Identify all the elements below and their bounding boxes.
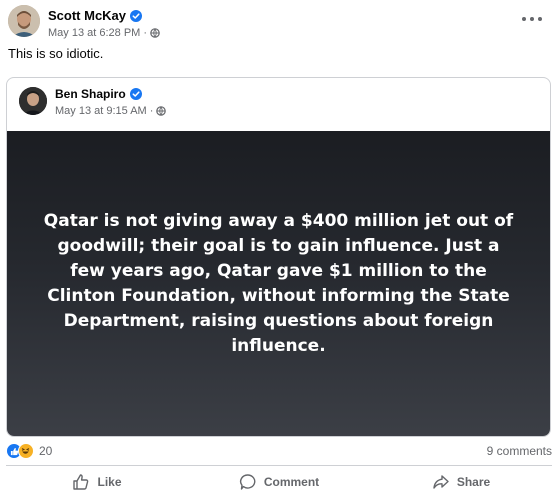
comment-button[interactable]: Comment — [188, 467, 370, 497]
shared-author-avatar[interactable] — [19, 87, 47, 115]
like-button[interactable]: Like — [6, 467, 188, 497]
comment-label: Comment — [263, 475, 320, 489]
quote-image[interactable]: Qatar is not giving away a $400 million … — [7, 131, 550, 436]
more-options-icon[interactable] — [522, 13, 542, 25]
post-header: Scott McKay May 13 at 6:28 PM · — [8, 5, 552, 43]
action-bar: Like Comment Share — [6, 467, 552, 497]
haha-reaction-icon — [18, 443, 34, 459]
comments-count[interactable]: 9 comments — [487, 444, 552, 458]
shared-author-name[interactable]: Ben Shapiro — [55, 87, 126, 101]
divider — [6, 465, 552, 466]
author-avatar[interactable] — [8, 5, 40, 37]
author-name[interactable]: Scott McKay — [48, 8, 126, 23]
verified-badge-icon — [130, 9, 143, 22]
post-timestamp[interactable]: May 13 at 6:28 PM — [48, 27, 140, 39]
comment-icon — [239, 474, 256, 490]
verified-badge-icon — [129, 88, 142, 100]
globe-icon — [150, 28, 160, 38]
quote-text: Qatar is not giving away a $400 million … — [43, 210, 514, 356]
shared-post-meta: May 13 at 9:15 AM · — [55, 105, 167, 117]
share-icon — [433, 475, 449, 489]
reactions-summary: 20 9 comments — [6, 441, 552, 461]
meta-separator: · — [149, 105, 154, 117]
shared-timestamp[interactable]: May 13 at 9:15 AM — [55, 105, 147, 117]
like-icon — [73, 474, 89, 490]
post-meta: May 13 at 6:28 PM · — [48, 27, 160, 39]
like-label: Like — [97, 475, 122, 489]
shared-post-header: Ben Shapiro May 13 at 9:15 AM · — [7, 78, 550, 131]
shared-post-card[interactable]: Ben Shapiro May 13 at 9:15 AM · Qatar is… — [6, 77, 551, 437]
reaction-icons[interactable] — [6, 443, 38, 459]
meta-separator: · — [143, 27, 147, 39]
reaction-count[interactable]: 20 — [39, 444, 52, 458]
author-name-row: Scott McKay — [48, 8, 143, 23]
post-text: This is so idiotic. — [8, 46, 104, 61]
share-button[interactable]: Share — [370, 467, 552, 497]
shared-author-row: Ben Shapiro — [55, 87, 142, 101]
share-label: Share — [456, 475, 491, 489]
globe-icon — [156, 106, 167, 116]
